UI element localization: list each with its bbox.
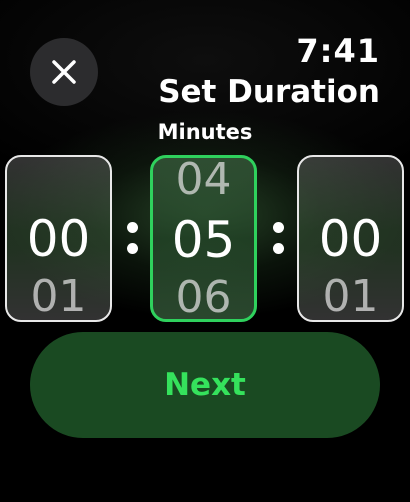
minutes-current-value: 05	[171, 211, 236, 269]
status-time: 7:41	[296, 32, 380, 70]
hours-next-value: 01	[30, 271, 87, 322]
next-button[interactable]: Next	[30, 332, 380, 438]
seconds-wheel[interactable]: 00 01	[297, 155, 404, 322]
minutes-prev-value: 04	[175, 155, 232, 205]
minutes-next-value: 06	[175, 272, 232, 322]
watch-screen: 7:41 Set Duration Minutes 00 01 04 05 06…	[0, 0, 410, 502]
picker-active-label: Minutes	[157, 120, 253, 144]
time-separator	[126, 222, 138, 262]
hours-current-value: 00	[26, 210, 91, 268]
minutes-wheel[interactable]: 04 05 06	[150, 155, 257, 322]
next-button-label: Next	[164, 367, 246, 403]
hours-wheel[interactable]: 00 01	[5, 155, 112, 322]
close-icon	[51, 59, 77, 85]
page-title: Set Duration	[158, 74, 380, 110]
close-button[interactable]	[30, 38, 98, 106]
time-separator	[272, 222, 284, 262]
seconds-next-value: 01	[322, 271, 379, 322]
seconds-current-value: 00	[318, 210, 383, 268]
